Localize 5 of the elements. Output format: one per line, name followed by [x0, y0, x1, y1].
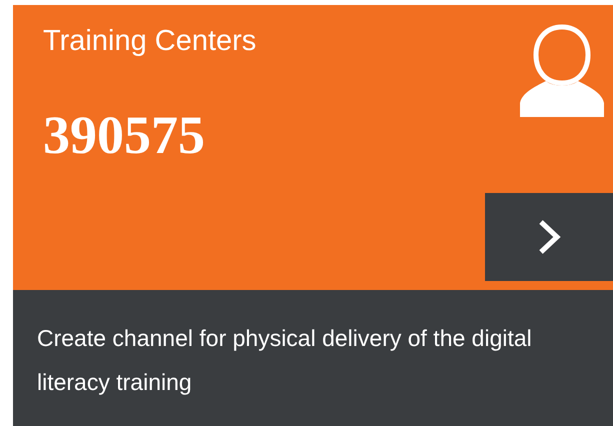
next-button[interactable] — [485, 193, 613, 281]
card-description: Create channel for physical delivery of the digital literacy training — [37, 324, 533, 397]
count-value: 390575 — [43, 105, 206, 165]
card-title: Training Centers — [43, 24, 256, 59]
chevron-right-icon — [537, 218, 561, 256]
